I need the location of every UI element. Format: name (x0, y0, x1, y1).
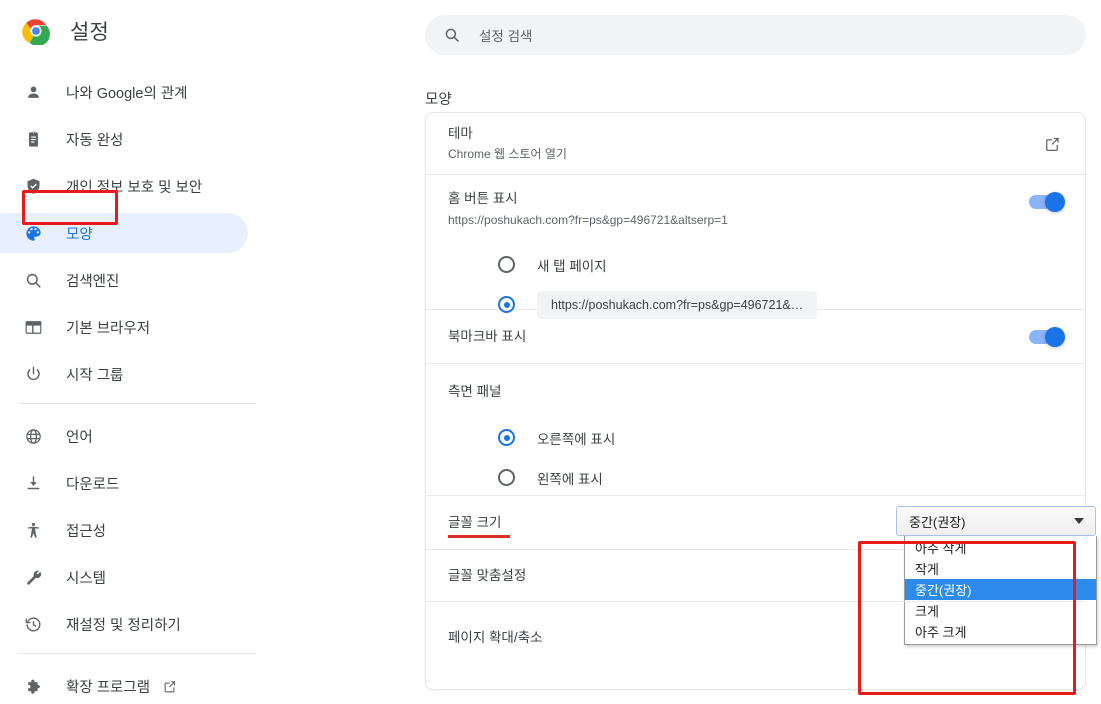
row-side-panel: 측면 패널 오른쪽에 표시 왼쪽에 표시 (426, 364, 1085, 496)
sidebar-item-label: 나와 Google의 관계 (66, 85, 188, 102)
history-restore-icon (22, 613, 44, 635)
sidebar-item-you-and-google[interactable]: 나와 Google의 관계 (0, 72, 410, 112)
sidebar-item-label: 시작 그룹 (66, 367, 124, 384)
chrome-logo-icon (22, 17, 50, 47)
search-icon (443, 26, 461, 44)
bookmarks-bar-title: 북마크바 표시 (448, 328, 527, 344)
clipboard-icon (22, 128, 44, 150)
download-icon (22, 472, 44, 494)
sidebar-item-downloads[interactable]: 다운로드 (0, 463, 410, 503)
radio-label: 새 탭 페이지 (537, 258, 607, 274)
person-icon (22, 81, 44, 103)
sidebar-divider (18, 653, 256, 654)
puzzle-icon (22, 675, 44, 697)
sidebar-item-autofill[interactable]: 자동 완성 (0, 119, 410, 159)
browser-window-icon (22, 316, 44, 338)
sidebar-item-label: 기본 브라우저 (66, 320, 151, 337)
external-link-icon[interactable] (1041, 133, 1063, 155)
globe-icon (22, 425, 44, 447)
customize-fonts-title: 글꼴 맞춤설정 (448, 567, 527, 583)
page-title: 설정 (70, 21, 110, 44)
sidebar-item-label: 확장 프로그램 (66, 679, 151, 696)
toggle-knob (1045, 192, 1065, 212)
sidebar-item-extensions[interactable]: 확장 프로그램 (0, 666, 410, 704)
radio-circle-icon[interactable] (498, 429, 515, 447)
theme-text-block: 테마 Chrome 웹 스토어 열기 (448, 124, 567, 164)
sidebar-item-label: 언어 (66, 429, 93, 446)
chevron-down-icon (1074, 518, 1084, 524)
home-button-text-block: 홈 버튼 표시 https://poshukach.com?fr=ps&gp=4… (448, 189, 728, 229)
sidebar-divider (18, 403, 256, 404)
sidebar-item-label: 다운로드 (66, 476, 120, 493)
row-theme[interactable]: 테마 Chrome 웹 스토어 열기 (426, 113, 1085, 175)
row-bookmarks-bar[interactable]: 북마크바 표시 (426, 310, 1085, 364)
sidebar-item-label: 자동 완성 (66, 132, 124, 149)
wrench-icon (22, 566, 44, 588)
search-settings-bar[interactable]: 설정 검색 (425, 15, 1086, 55)
row-home-button: 홈 버튼 표시 https://poshukach.com?fr=ps&gp=4… (426, 175, 1085, 319)
appearance-settings-card: 테마 Chrome 웹 스토어 열기 홈 버튼 표시 https://poshu… (425, 112, 1097, 690)
radio-show-on-left[interactable]: 왼쪽에 표시 (498, 458, 1063, 498)
radio-circle-icon[interactable] (498, 256, 515, 274)
sidebar-item-accessibility[interactable]: 접근성 (0, 510, 410, 550)
radio-show-on-right[interactable]: 오른쪽에 표시 (498, 418, 1063, 458)
search-input-placeholder[interactable]: 설정 검색 (479, 25, 532, 45)
toggle-knob (1045, 326, 1065, 347)
sidebar-item-label: 모양 (66, 226, 93, 243)
accessibility-icon (22, 519, 44, 541)
row-customize-fonts[interactable]: 글꼴 맞춤설정 (426, 550, 1085, 602)
sidebar-item-on-startup[interactable]: 시작 그룹 (0, 354, 410, 394)
sidebar-item-label: 접근성 (66, 523, 107, 540)
sidebar-item-label: 검색엔진 (66, 273, 120, 290)
font-size-select[interactable]: 중간(권장) (896, 506, 1096, 536)
sidebar-item-label: 재설정 및 정리하기 (66, 617, 181, 634)
page-zoom-title: 페이지 확대/축소 (448, 630, 543, 645)
side-panel-title: 측면 패널 (448, 384, 502, 399)
sidebar-item-privacy-security[interactable]: 개인 정보 보호 및 보안 (0, 166, 410, 206)
side-panel-radio-group: 오른쪽에 표시 왼쪽에 표시 (448, 418, 1063, 498)
sidebar-item-search-engine[interactable]: 검색엔진 (0, 260, 410, 300)
shield-icon (22, 175, 44, 197)
row-page-zoom[interactable]: 페이지 확대/축소 (426, 602, 1085, 690)
radio-label: 왼쪽에 표시 (537, 471, 603, 487)
font-size-selected-value: 중간(권장) (909, 514, 966, 530)
font-size-underline-annotation (448, 534, 510, 538)
bookmarks-bar-toggle[interactable] (1029, 326, 1065, 347)
radio-new-tab-page[interactable]: 새 탭 페이지 (498, 245, 1063, 285)
home-button-title: 홈 버튼 표시 (448, 191, 518, 206)
sidebar-item-reset-cleanup[interactable]: 재설정 및 정리하기 (0, 604, 410, 644)
external-link-icon[interactable] (162, 679, 177, 694)
sidebar: 설정 나와 Google의 관계 자동 완성 개인 정보 보호 및 보안 모양 … (0, 0, 410, 704)
theme-title: 테마 (448, 125, 473, 141)
home-button-url: https://poshukach.com?fr=ps&gp=496721&al… (448, 212, 728, 227)
row-font-size: 글꼴 크기 중간(권장) 아주 작게 작게 중간(권장) 크게 아주 크게 (426, 496, 1097, 645)
font-size-title: 글꼴 크기 (448, 514, 502, 530)
sidebar-item-appearance[interactable]: 모양 (0, 213, 248, 253)
palette-icon (22, 222, 44, 244)
radio-label: 오른쪽에 표시 (537, 431, 616, 447)
settings-page: 설정 나와 Google의 관계 자동 완성 개인 정보 보호 및 보안 모양 … (0, 0, 1101, 704)
sidebar-item-label: 시스템 (66, 570, 107, 587)
brand: 설정 (22, 16, 110, 47)
power-icon (22, 363, 44, 385)
theme-subtitle: Chrome 웹 스토어 열기 (448, 147, 567, 162)
main-content: 설정 검색 모양 테마 Chrome 웹 스토어 열기 홈 버튼 표시 http… (410, 0, 1101, 704)
search-icon (22, 269, 44, 291)
sidebar-item-system[interactable]: 시스템 (0, 557, 410, 597)
sidebar-item-languages[interactable]: 언어 (0, 416, 410, 456)
sidebar-item-label: 개인 정보 보호 및 보안 (66, 179, 203, 196)
font-size-select-wrap: 중간(권장) 아주 작게 작게 중간(권장) 크게 아주 크게 (896, 506, 1097, 645)
radio-circle-icon[interactable] (498, 469, 515, 487)
home-button-toggle[interactable] (1029, 192, 1065, 212)
sidebar-nav: 나와 Google의 관계 자동 완성 개인 정보 보호 및 보안 모양 검색엔… (0, 72, 410, 704)
sidebar-item-default-browser[interactable]: 기본 브라우저 (0, 307, 410, 347)
section-title-appearance: 모양 (425, 92, 452, 108)
